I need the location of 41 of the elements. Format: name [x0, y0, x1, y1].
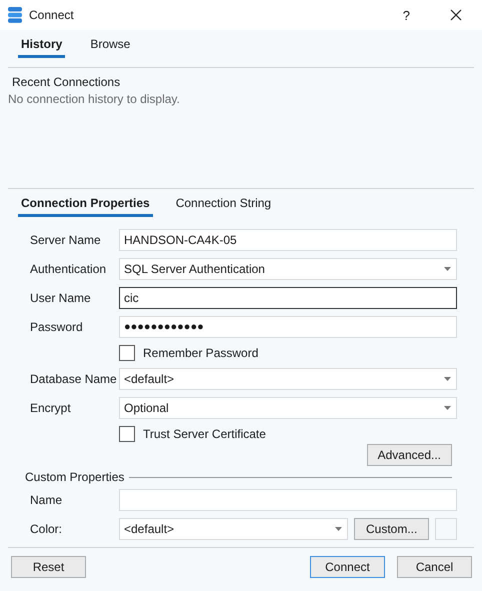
help-button[interactable]: ? — [402, 8, 410, 22]
checkbox[interactable] — [119, 345, 135, 361]
close-icon[interactable] — [450, 9, 462, 21]
section-title: Recent Connections — [11, 75, 122, 90]
reset-button[interactable]: Reset — [11, 556, 86, 578]
caret-icon — [335, 527, 342, 531]
window-title: Connect — [29, 8, 74, 22]
field-label: Password — [30, 319, 84, 336]
empty-message: No connection history to display. — [8, 91, 181, 108]
dropdown[interactable]: Optional — [119, 397, 457, 419]
caret-icon — [444, 267, 451, 271]
tab[interactable]: Browse — [87, 37, 134, 58]
field-label: Name — [30, 492, 64, 509]
input-field[interactable]: cic — [119, 287, 457, 309]
database-icon — [8, 7, 22, 23]
field-label: Color: — [30, 521, 64, 538]
input-field[interactable]: HANDSON-CA4K-05 — [119, 229, 457, 251]
caret-icon — [444, 377, 451, 381]
dropdown[interactable]: <default> — [119, 368, 457, 390]
tab[interactable]: Connection Properties — [18, 196, 153, 217]
dropdown[interactable]: SQL Server Authentication — [119, 258, 457, 280]
field-label: Encrypt — [30, 400, 72, 417]
dropdown[interactable]: <default> — [119, 518, 348, 540]
cancel-button[interactable]: Cancel — [397, 556, 472, 578]
color-swatch[interactable] — [435, 518, 457, 540]
checkbox[interactable] — [119, 426, 135, 442]
group-title: Custom Properties — [25, 470, 124, 484]
tab[interactable]: History — [18, 37, 66, 58]
field-label: Authentication — [30, 261, 108, 278]
custom-button[interactable]: Custom... — [354, 518, 430, 540]
password-field[interactable]: ●●●●●●●●●●●● — [119, 316, 457, 338]
field-label: User Name — [30, 290, 92, 307]
checkbox-label: Remember Password — [143, 346, 258, 360]
field-label: Server Name — [30, 232, 102, 249]
field-label: Database Name — [30, 371, 118, 388]
checkbox-label: Trust Server Certificate — [143, 427, 266, 441]
advanced-button[interactable]: Advanced... — [366, 444, 452, 466]
connect-button[interactable]: Connect — [310, 556, 385, 578]
caret-icon — [444, 406, 451, 410]
tab[interactable]: Connection String — [172, 196, 274, 217]
input-field[interactable] — [119, 489, 457, 511]
